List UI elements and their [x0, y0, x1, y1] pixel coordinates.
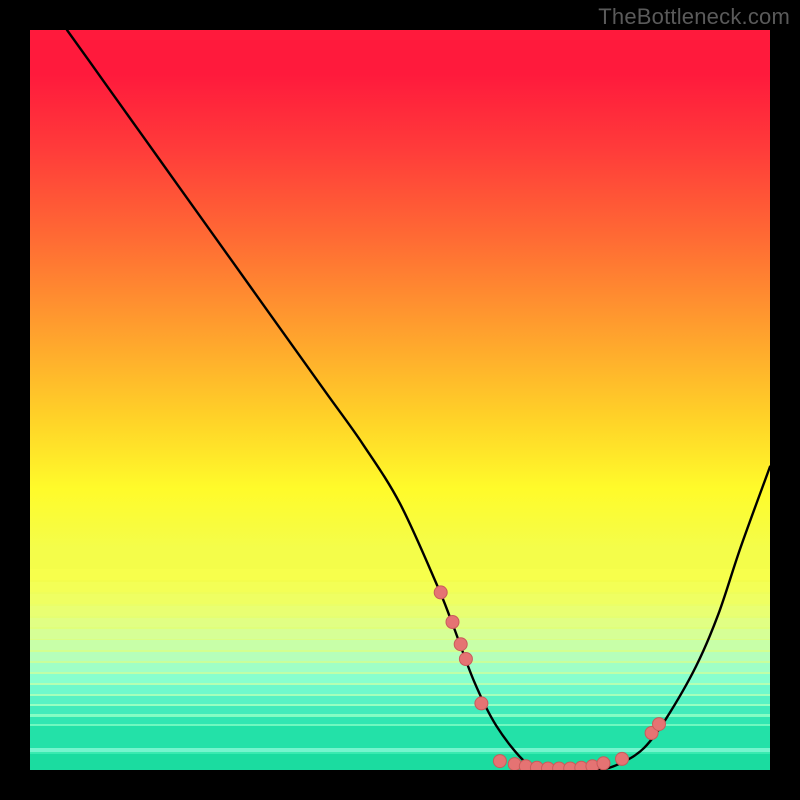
curve-marker-dot — [434, 586, 447, 599]
curve-marker-dot — [475, 697, 488, 710]
chart-stage: TheBottleneck.com — [0, 0, 800, 800]
plot-svg — [30, 30, 770, 770]
curve-marker-dot — [446, 616, 459, 629]
curve-marker-dot — [454, 638, 467, 651]
curve-marker-dot — [616, 752, 629, 765]
curve-marker-dot — [597, 757, 610, 770]
bottleneck-curve — [67, 30, 770, 770]
curve-markers — [434, 586, 665, 770]
curve-marker-dot — [653, 718, 666, 731]
curve-marker-dot — [493, 755, 506, 768]
curve-marker-dot — [459, 653, 472, 666]
watermark-text: TheBottleneck.com — [598, 4, 790, 30]
plot-area — [30, 30, 770, 770]
